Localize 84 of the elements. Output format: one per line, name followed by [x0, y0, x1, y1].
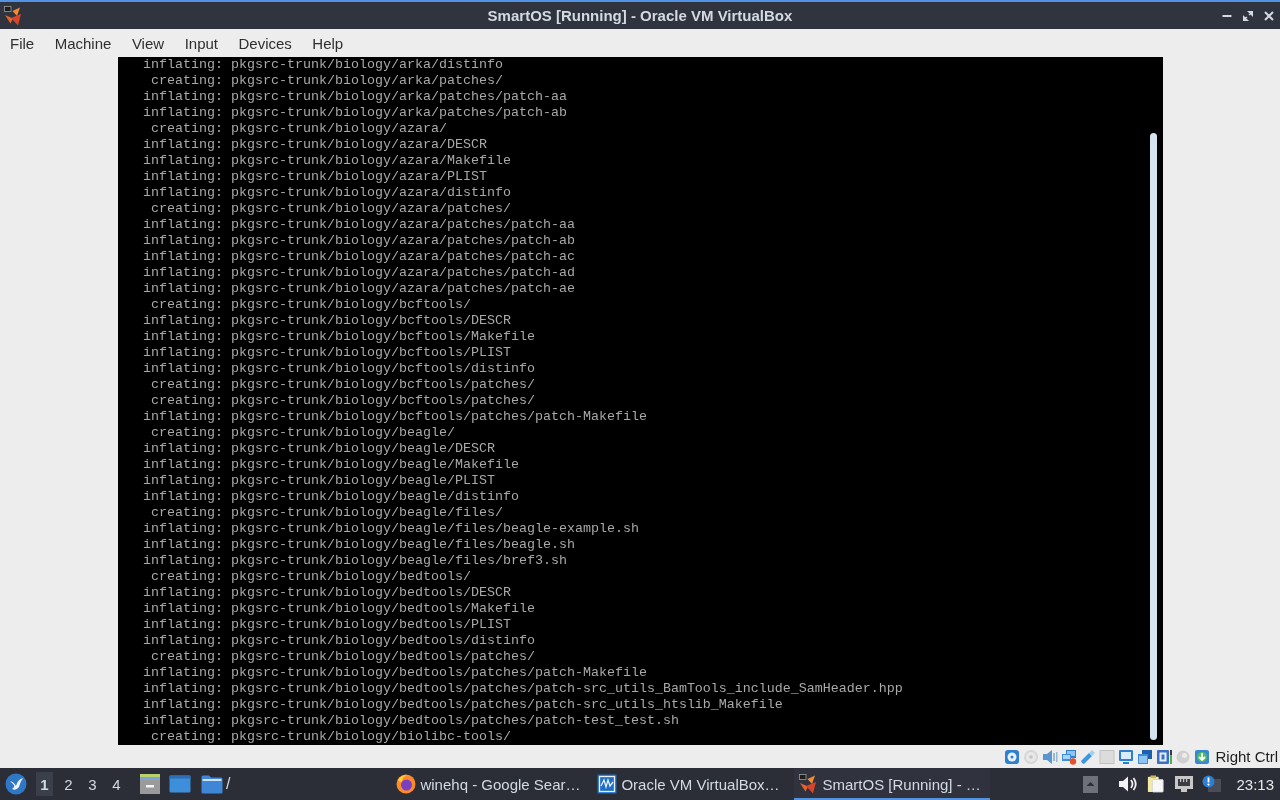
waveform-tile-icon — [597, 774, 618, 794]
workspace-button[interactable]: 1 — [36, 772, 53, 796]
console-line: creating: pkgsrc-trunk/biology/biolibc-tools/ — [150, 729, 511, 745]
usb-icon[interactable] — [1080, 748, 1097, 765]
menu-item[interactable]: View — [121, 30, 175, 56]
workspace-button[interactable]: 2 — [60, 772, 77, 796]
scrollbar-thumb[interactable] — [1150, 133, 1157, 740]
console-line: inflating: pkgsrc-trunk/biology/azara/patches/patch-ad — [142, 265, 575, 281]
console-line: inflating: pkgsrc-trunk/biology/azara/patches/patch-ab — [142, 233, 575, 249]
close-icon[interactable] — [1264, 10, 1274, 21]
console-line: inflating: pkgsrc-trunk/biology/azara/distinfo — [142, 185, 511, 201]
console-line: inflating: pkgsrc-trunk/biology/arka/distinfo — [142, 57, 503, 73]
file-cabinet-icon[interactable] — [139, 773, 161, 795]
console-line: inflating: pkgsrc-trunk/biology/azara/patches/patch-ae — [142, 281, 575, 297]
console-line: creating: pkgsrc-trunk/biology/bcftools/patches/ — [150, 393, 535, 409]
root-folder-button[interactable]: / — [201, 774, 231, 794]
network-icon[interactable] — [1061, 748, 1078, 765]
console-line: inflating: pkgsrc-trunk/biology/bcftools/DESCR — [142, 313, 511, 329]
ethernet-port-icon[interactable] — [1174, 775, 1195, 793]
console-line: inflating: pkgsrc-trunk/biology/azara/patches/patch-ac — [142, 249, 575, 265]
console-line: inflating: pkgsrc-trunk/biology/beagle/distinfo — [142, 489, 519, 505]
caret-up-icon[interactable] — [1083, 775, 1099, 793]
console-line: inflating: pkgsrc-trunk/biology/beagle/files/bref3.sh — [142, 553, 567, 569]
console-line: inflating: pkgsrc-trunk/biology/bedtools/DESCR — [142, 585, 511, 601]
console-line: inflating: pkgsrc-trunk/biology/azara/PLIST — [142, 169, 487, 185]
task-button[interactable]: Oracle VM VirtualBox… — [593, 768, 790, 800]
host-key-label: Right Ctrl — [1215, 748, 1278, 765]
console-line: inflating: pkgsrc-trunk/biology/arka/patches/patch-aa — [142, 89, 567, 105]
workspace-button[interactable]: 4 — [108, 772, 125, 796]
console-line: inflating: pkgsrc-trunk/biology/azara/patches/patch-aa — [142, 217, 575, 233]
console-line: inflating: pkgsrc-trunk/biology/bedtools/Makefile — [142, 601, 535, 617]
console-line: inflating: pkgsrc-trunk/biology/bedtools/patches/patch-src_utils_BamTools_include_SamHeader.hpp — [142, 681, 903, 697]
console-line: inflating: pkgsrc-trunk/biology/bedtools/patches/patch-test_test.sh — [142, 713, 679, 729]
console-line: inflating: pkgsrc-trunk/biology/bcftools/Makefile — [142, 329, 535, 345]
menu-item[interactable]: Help — [302, 30, 354, 56]
app-logo-icon — [798, 774, 819, 794]
clock: 23:13 — [1236, 775, 1274, 793]
browser-icon — [396, 774, 417, 794]
volume-icon[interactable] — [1118, 775, 1139, 793]
console-line: inflating: pkgsrc-trunk/biology/azara/Makefile — [142, 153, 511, 169]
console-line: inflating: pkgsrc-trunk/biology/beagle/DESCR — [142, 441, 495, 457]
window-icon[interactable] — [169, 775, 191, 793]
console-line: creating: pkgsrc-trunk/biology/bcftools/ — [150, 297, 471, 313]
console-line: inflating: pkgsrc-trunk/biology/azara/DESCR — [142, 137, 487, 153]
console-line: creating: pkgsrc-trunk/biology/bcftools/patches/ — [150, 377, 535, 393]
task-button[interactable]: SmartOS [Running] - … — [794, 768, 991, 800]
console-line: creating: pkgsrc-trunk/biology/beagle/files/ — [150, 505, 503, 521]
console-line: inflating: pkgsrc-trunk/biology/bedtools/patches/patch-Makefile — [142, 665, 647, 681]
menu-item[interactable]: Devices — [228, 30, 303, 56]
console-line: inflating: pkgsrc-trunk/biology/bedtools/distinfo — [142, 633, 535, 649]
start-menu-icon[interactable] — [5, 773, 27, 795]
clipboard-icon[interactable] — [1146, 775, 1167, 793]
workspace-button[interactable]: 3 — [84, 772, 101, 796]
console-line: inflating: pkgsrc-trunk/biology/bedtools/PLIST — [142, 617, 511, 633]
speaker-icon[interactable] — [1042, 748, 1059, 765]
cpu-icon[interactable] — [1156, 748, 1173, 765]
console-line: inflating: pkgsrc-trunk/biology/beagle/files/beagle.sh — [142, 537, 575, 553]
window-title: SmartOS [Running] - Oracle VM VirtualBox — [487, 7, 793, 24]
maximize-icon[interactable] — [1243, 10, 1253, 21]
console-line: inflating: pkgsrc-trunk/biology/beagle/Makefile — [142, 457, 519, 473]
console-line: creating: pkgsrc-trunk/biology/bedtools/patches/ — [150, 649, 535, 665]
console-line: inflating: pkgsrc-trunk/biology/beagle/PLIST — [142, 473, 495, 489]
console-line: creating: pkgsrc-trunk/biology/azara/ — [150, 121, 447, 137]
notification-icon[interactable] — [1202, 775, 1223, 793]
console-line: inflating: pkgsrc-trunk/biology/arka/patches/patch-ab — [142, 105, 567, 121]
console-line: inflating: pkgsrc-trunk/biology/bcftools/PLIST — [142, 345, 511, 361]
task-button[interactable]: winehq - Google Sear… — [392, 768, 589, 800]
windows-icon[interactable] — [1137, 748, 1154, 765]
console-line: inflating: pkgsrc-trunk/biology/bcftools/patches/patch-Makefile — [142, 409, 647, 425]
download-arrow-icon[interactable] — [1194, 748, 1211, 765]
console-line: creating: pkgsrc-trunk/biology/azara/patches/ — [150, 201, 511, 217]
tile-icon[interactable] — [1099, 748, 1116, 765]
menu-item[interactable]: File — [0, 30, 45, 56]
menu-item[interactable]: Input — [174, 30, 229, 56]
menu-item[interactable]: Machine — [44, 30, 122, 56]
console-line: inflating: pkgsrc-trunk/biology/bcftools/distinfo — [142, 361, 535, 377]
monitor-icon[interactable] — [1118, 748, 1135, 765]
app-logo-icon — [4, 5, 22, 26]
console-line: inflating: pkgsrc-trunk/biology/bedtools/patches/patch-src_utils_htslib_Makefile — [142, 697, 783, 713]
console-line: inflating: pkgsrc-trunk/biology/beagle/files/beagle-example.sh — [142, 521, 639, 537]
console-line: creating: pkgsrc-trunk/biology/arka/patches/ — [150, 73, 503, 89]
console-line: creating: pkgsrc-trunk/biology/bedtools/ — [150, 569, 471, 585]
folder-icon — [201, 774, 223, 794]
console-line: creating: pkgsrc-trunk/biology/beagle/ — [150, 425, 455, 441]
